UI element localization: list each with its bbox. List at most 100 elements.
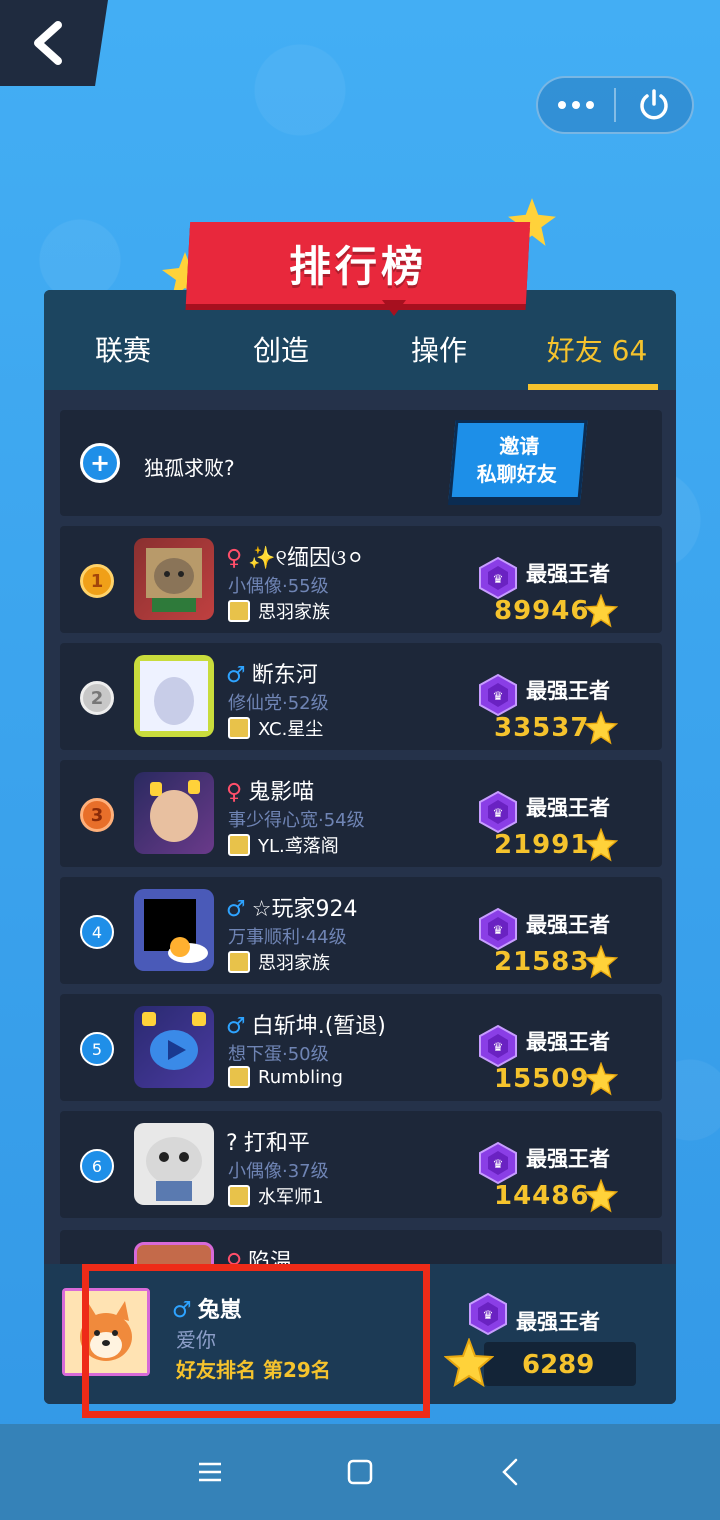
player-title-level: 事少得心宽·54级 (228, 810, 365, 831)
player-score: 15509 (494, 1064, 590, 1094)
gender-female-icon: ♀ (226, 780, 243, 805)
player-name: ✨୧缅因ଓ⚪ (248, 546, 365, 571)
player-clan: 水军师1 (228, 1183, 323, 1209)
player-row[interactable]: 2 ♂ 断东河 修仙党·52级 XC.星尘 ♛ 最强王者 33537 (60, 643, 662, 750)
clan-shield-icon (228, 834, 250, 856)
player-score: 89946 (494, 596, 590, 626)
my-score: 6289 (522, 1350, 595, 1380)
star-icon (584, 1062, 618, 1096)
rank-title: 最强王者 (526, 562, 610, 586)
clan-name: YL.鸢落阁 (258, 836, 339, 857)
king-rank-gem-icon: ♛ (479, 790, 517, 834)
rank-title: 最强王者 (526, 679, 610, 703)
player-title-level: 万事顺利·44级 (228, 927, 347, 948)
player-title-level: 修仙党·52级 (228, 693, 329, 714)
clan-name: Rumbling (258, 1066, 343, 1088)
star-icon (584, 945, 618, 979)
gender-male-icon: ♂ (226, 897, 246, 922)
player-row[interactable]: 6? 打和平 小偶像·37级 水军师1 ♛ 最强王者 14486 (60, 1111, 662, 1218)
player-row[interactable]: 1 ♀ ✨୧缅因ଓ⚪ 小偶像·55级 思羽家族 ♛ 最强王者 89946 (60, 526, 662, 633)
chevron-left-icon (34, 21, 62, 65)
tab-friends[interactable]: 好友 64 (518, 290, 676, 390)
king-rank-gem-icon: ♛ (479, 673, 517, 717)
back-button[interactable] (0, 0, 108, 86)
rank-badge: 3 (80, 798, 114, 832)
svg-text:♛: ♛ (493, 923, 504, 937)
gender-female-icon: ♀ (226, 546, 243, 571)
back-nav-button[interactable] (435, 1458, 585, 1486)
player-title-level: 想下蛋·50级 (228, 1044, 329, 1065)
player-avatar[interactable] (134, 1123, 214, 1205)
player-clan: XC.星尘 (228, 715, 323, 741)
player-avatar[interactable] (134, 889, 214, 971)
rank-title: 最强王者 (526, 1147, 610, 1171)
gender-male-icon: ♂ (226, 1014, 246, 1039)
king-rank-gem-icon: ♛ (479, 1141, 517, 1185)
exit-button[interactable] (616, 78, 692, 132)
player-name: 白斩坤.(暂退) (251, 1014, 386, 1039)
invite-row: + 独孤求败? 邀请 私聊好友 (60, 410, 662, 516)
player-clan: 思羽家族 (228, 949, 330, 975)
rank-badge: 2 (80, 681, 114, 715)
player-name-line: ♂ ☆玩家924 (226, 891, 357, 923)
player-name: 打和平 (243, 1131, 310, 1156)
tab-create[interactable]: 创造 (202, 290, 360, 390)
clan-shield-icon (228, 1066, 250, 1088)
player-row[interactable]: 4 ♂ ☆玩家924 万事顺利·44级 思羽家族 ♛ 最强王者 21583 (60, 877, 662, 984)
gender-male-icon: ♂ (226, 663, 246, 688)
player-name-line: ♂ 断东河 (226, 657, 318, 689)
player-avatar[interactable] (134, 772, 214, 854)
player-row[interactable]: 3 ♀ 鬼影喵 事少得心宽·54级 YL.鸢落阁 ♛ 最强王者 21991 (60, 760, 662, 867)
menu-nav-button[interactable] (135, 1461, 285, 1483)
home-nav-button[interactable] (285, 1459, 435, 1485)
invite-friends-button[interactable]: 邀请 私聊好友 (448, 420, 588, 500)
king-rank-gem-icon: ♛ (479, 556, 517, 600)
clan-name: 思羽家族 (258, 953, 330, 974)
rank-badge: 6 (80, 1149, 114, 1183)
player-clan: 思羽家族 (228, 598, 330, 624)
svg-text:♛: ♛ (493, 1040, 504, 1054)
player-avatar[interactable] (134, 1006, 214, 1088)
star-icon (444, 1338, 494, 1388)
star-icon (584, 711, 618, 745)
player-name: 鬼影喵 (248, 780, 315, 805)
player-clan: Rumbling (228, 1066, 343, 1088)
my-rank-title: 最强王者 (516, 1310, 600, 1334)
player-name-line: ♂ 白斩坤.(暂退) (226, 1008, 386, 1040)
miniprogram-capsule (536, 76, 694, 134)
player-avatar[interactable] (134, 538, 214, 620)
player-clan: YL.鸢落阁 (228, 832, 339, 858)
king-rank-gem-icon: ♛ (479, 1024, 517, 1068)
clan-shield-icon (228, 1185, 250, 1207)
clan-shield-icon (228, 951, 250, 973)
back-triangle-icon (502, 1458, 518, 1486)
player-row[interactable]: 5 ♂ 白斩坤.(暂退) 想下蛋·50级 Rumbling ♛ 最强王者 15509 (60, 994, 662, 1101)
tab-league[interactable]: 联赛 (44, 290, 202, 390)
plus-icon[interactable]: + (80, 443, 120, 483)
title-banner: 排行榜 (185, 222, 531, 304)
highlight-annotation-box (82, 1264, 430, 1418)
player-name: ☆玩家924 (251, 897, 358, 922)
more-dots-icon (558, 101, 594, 109)
player-avatar[interactable] (134, 655, 214, 737)
invite-button-line2: 私聊好友 (476, 462, 557, 486)
svg-text:♛: ♛ (493, 572, 504, 586)
player-score: 21991 (494, 830, 590, 860)
system-nav-bar (0, 1424, 720, 1520)
menu-icon (199, 1462, 221, 1482)
leaderboard-panel: 联赛 创造 操作 好友 64 + 独孤求败? 邀请 私聊好友 1 ♀ ✨୧缅因ଓ⚪ 小… (44, 290, 676, 1404)
player-name-line: ♀ ✨୧缅因ଓ⚪ (226, 540, 365, 572)
gender-unknown-icon: ? (226, 1131, 238, 1156)
power-icon (640, 89, 668, 120)
king-rank-gem-icon: ♛ (469, 1292, 507, 1336)
clan-name: XC.星尘 (258, 719, 324, 740)
king-rank-gem-icon: ♛ (479, 907, 517, 951)
rank-badge: 1 (80, 564, 114, 598)
home-square-icon (347, 1459, 373, 1485)
svg-text:♛: ♛ (493, 1157, 504, 1171)
star-icon (584, 594, 618, 628)
rank-badge: 4 (80, 915, 114, 949)
more-button[interactable] (538, 78, 614, 132)
player-name-line: ♀ 鬼影喵 (226, 774, 314, 806)
player-score: 14486 (494, 1181, 590, 1211)
